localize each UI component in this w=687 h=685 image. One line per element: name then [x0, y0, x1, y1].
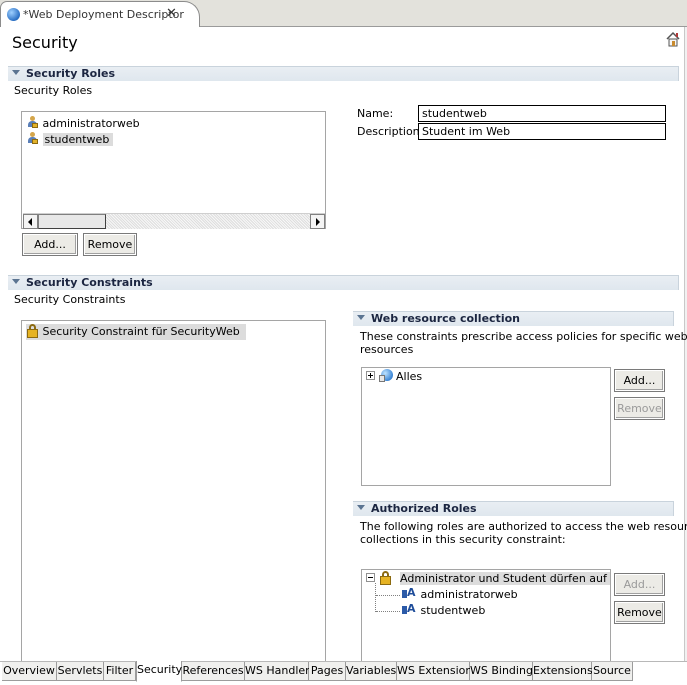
authorized-roles-tree[interactable]: Administrator und Student dürfen auf die… — [361, 569, 611, 665]
tab-filter[interactable]: Filter — [104, 662, 136, 681]
security-constraints-description: Security Constraints — [14, 293, 126, 306]
web-resource-collection-header[interactable]: Web resource collection — [353, 311, 674, 326]
page-title: Security — [12, 33, 78, 52]
security-constraints-list[interactable]: Security Constraint für SecurityWeb — [21, 320, 326, 665]
tree-item-label: Administrator und Student dürfen auf die… — [400, 572, 610, 585]
tab-references[interactable]: References — [182, 662, 245, 681]
auth-constraint-icon — [379, 571, 397, 585]
tree-item[interactable]: Alles — [366, 369, 422, 385]
role-description-field[interactable]: Student im Web — [418, 123, 666, 140]
tab-source[interactable]: Source — [592, 662, 633, 681]
role-label: administratorweb — [42, 117, 140, 130]
expand-icon[interactable] — [366, 371, 375, 380]
section-title: Security Roles — [26, 67, 115, 80]
tree-connector — [375, 583, 376, 612]
security-roles-description: Security Roles — [14, 84, 93, 97]
scroll-right-button[interactable] — [310, 214, 325, 229]
authorized-roles-description-line: The following roles are authorized to ac… — [360, 520, 687, 533]
collapse-icon[interactable] — [366, 573, 375, 582]
role-icon: A — [402, 586, 417, 599]
role-icon: A — [402, 602, 417, 615]
tree-item[interactable]: Administrator und Student dürfen auf die… — [366, 571, 610, 587]
security-role-icon — [26, 132, 39, 145]
scroll-left-button[interactable] — [23, 214, 38, 229]
tab-extensions[interactable]: Extensions — [533, 662, 593, 681]
security-roles-list[interactable]: administratorweb studentweb — [21, 111, 326, 229]
section-title: Security Constraints — [26, 276, 153, 289]
page-tabs-bar: Overview Servlets Filter Security Refere… — [0, 661, 687, 685]
role-name-field[interactable]: studentweb — [418, 105, 666, 122]
collapse-twistie-icon[interactable] — [357, 505, 365, 510]
tab-overview[interactable]: Overview — [2, 662, 57, 681]
home-icon[interactable] — [665, 31, 681, 47]
web-descriptor-icon — [7, 8, 20, 21]
authorized-roles-header[interactable]: Authorized Roles — [353, 501, 674, 516]
web-resource-tree[interactable]: Alles — [361, 367, 611, 486]
remove-role-button[interactable]: Remove — [83, 233, 137, 256]
editor-tab-strip: *Web Deployment Descriptor ✕ — [0, 0, 687, 27]
remove-web-resource-button[interactable]: Remove — [614, 397, 665, 420]
tab-servlets[interactable]: Servlets — [57, 662, 104, 681]
tree-item-label: Alles — [396, 370, 423, 383]
scroll-thumb[interactable] — [38, 214, 106, 229]
tree-item[interactable]: A studentweb — [402, 602, 486, 619]
tab-ws-extension[interactable]: WS Extension — [397, 662, 472, 681]
collapse-twistie-icon[interactable] — [357, 315, 365, 320]
tree-item-label: studentweb — [420, 604, 486, 617]
lock-icon — [26, 324, 39, 338]
list-item-selected[interactable]: Security Constraint für SecurityWeb — [26, 324, 246, 340]
horizontal-scrollbar[interactable] — [23, 213, 325, 229]
tab-ws-handler[interactable]: WS Handler — [245, 662, 310, 681]
section-title: Authorized Roles — [371, 502, 477, 515]
tab-ws-binding[interactable]: WS Binding — [470, 662, 533, 681]
name-label: Name: — [357, 107, 394, 120]
security-constraints-section-header[interactable]: Security Constraints — [8, 275, 679, 290]
tab-variables[interactable]: Variables — [346, 662, 397, 681]
constraint-label: Security Constraint für SecurityWeb — [42, 325, 240, 338]
tab-pages[interactable]: Pages — [309, 662, 346, 681]
list-item[interactable]: administratorweb — [26, 116, 140, 132]
list-item-selected[interactable]: studentweb — [26, 132, 114, 148]
tree-item[interactable]: A administratorweb — [402, 586, 518, 603]
security-roles-section-header[interactable]: Security Roles — [8, 66, 679, 81]
remove-authorized-role-button[interactable]: Remove — [614, 601, 665, 624]
tab-security[interactable]: Security — [136, 661, 182, 682]
web-resource-description-line: resources — [360, 343, 414, 356]
section-title: Web resource collection — [371, 312, 520, 325]
collapse-twistie-icon[interactable] — [12, 70, 20, 75]
tree-connector — [376, 595, 400, 596]
arrow-right-icon — [316, 218, 320, 226]
description-label: Description: — [357, 125, 424, 138]
tree-connector — [376, 611, 400, 612]
web-resource-icon — [378, 369, 393, 382]
web-resource-description-line: These constraints prescribe access polic… — [360, 330, 687, 343]
add-role-button[interactable]: Add... — [22, 233, 78, 256]
arrow-left-icon — [28, 218, 32, 226]
add-web-resource-button[interactable]: Add... — [614, 369, 665, 392]
editor-tab[interactable]: *Web Deployment Descriptor ✕ — [0, 1, 200, 27]
editor-tab-title: *Web Deployment Descriptor — [23, 8, 184, 21]
security-role-icon — [26, 116, 39, 129]
scroll-track[interactable] — [106, 214, 310, 229]
add-authorized-role-button[interactable]: Add... — [614, 573, 665, 596]
tree-item-label: administratorweb — [420, 588, 518, 601]
authorized-roles-description-line: collections in this security constraint: — [360, 533, 566, 546]
collapse-twistie-icon[interactable] — [12, 279, 20, 284]
close-icon[interactable]: ✕ — [166, 6, 177, 21]
role-label: studentweb — [42, 133, 114, 146]
